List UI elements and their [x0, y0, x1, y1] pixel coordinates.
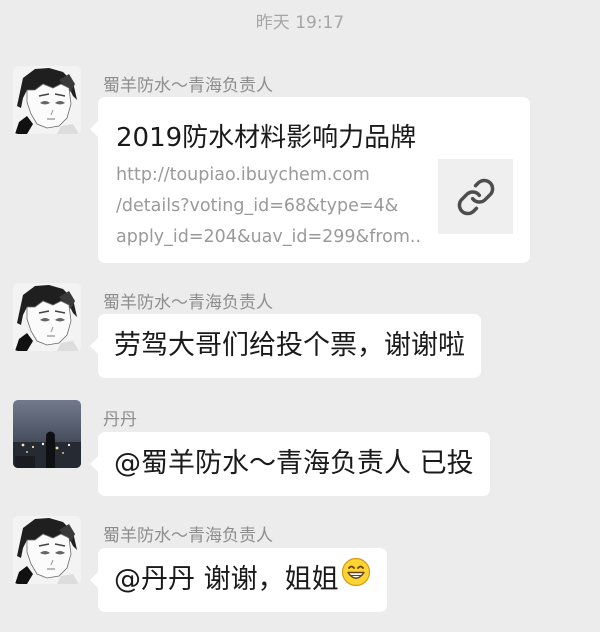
link-card-title: 2019防水材料影响力品牌 [116, 123, 417, 153]
avatar-anime-boy[interactable] [13, 66, 81, 134]
link-card-url: http://toupiao.ibuychem.com /details?vot… [116, 160, 421, 253]
grinning-face-emoji [341, 547, 371, 611]
avatar-anime-boy[interactable] [13, 283, 81, 351]
link-url-line-3: apply_id=204&uav_id=299&from... [116, 227, 421, 247]
link-url-line-2: /details?voting_id=68&type=4& [116, 196, 399, 216]
text-message[interactable]: @丹丹 谢谢，姐姐 [90, 547, 387, 612]
sender-name: 蜀羊防水～青海负责人 [103, 526, 273, 546]
avatar-anime-boy[interactable] [13, 516, 81, 584]
link-icon [457, 178, 494, 215]
link-thumbnail [438, 159, 513, 234]
sender-name: 蜀羊防水～青海负责人 [103, 293, 273, 313]
chat-timestamp: 昨天 19:17 [255, 13, 345, 33]
sender-name: 丹丹 [103, 410, 137, 430]
avatar-night-scene[interactable] [13, 400, 81, 468]
message-text: @丹丹 谢谢，姐姐 [114, 564, 339, 595]
sender-name: 蜀羊防水～青海负责人 [103, 76, 273, 96]
text-message[interactable]: 劳驾大哥们给投个票，谢谢啦 [90, 314, 481, 378]
link-url-line-1: http://toupiao.ibuychem.com [116, 165, 370, 185]
link-card-message[interactable]: 2019防水材料影响力品牌 http://toupiao.ibuychem.co… [90, 97, 530, 263]
text-message[interactable]: @蜀羊防水～青海负责人 已投 [90, 432, 490, 496]
